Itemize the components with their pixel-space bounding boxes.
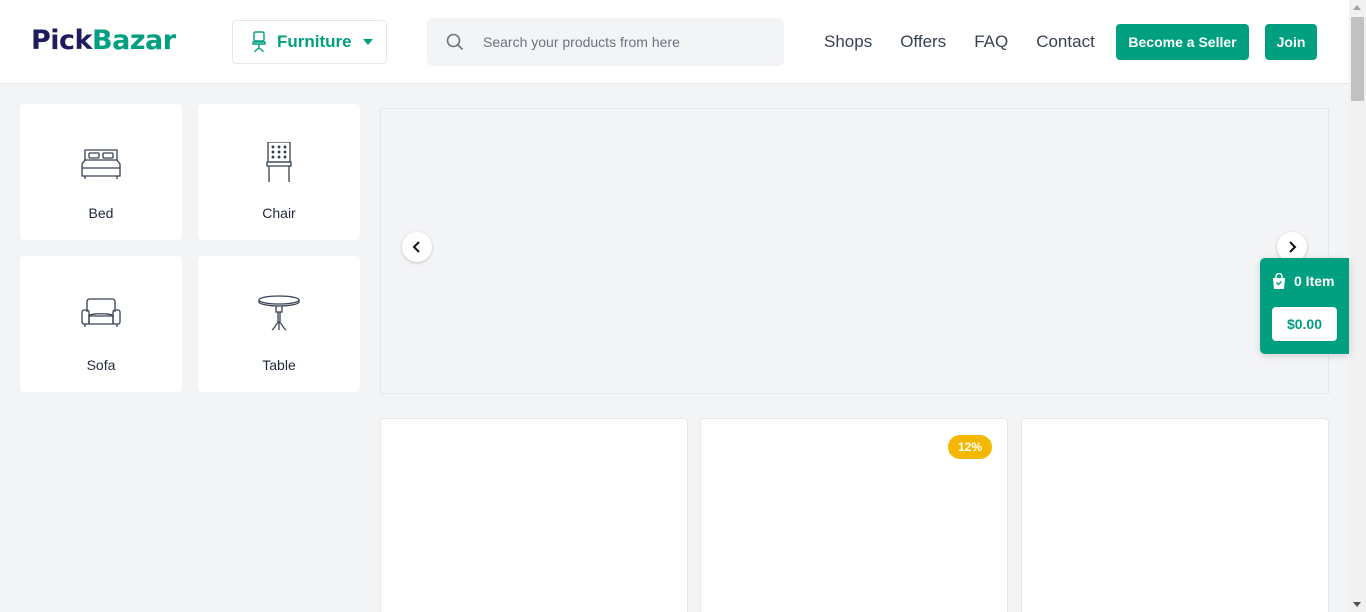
site-header: PickBazar Furniture Shops Offers FAQ Con… <box>0 0 1349 84</box>
discount-badge: 12% <box>948 435 992 459</box>
scroll-up-arrow-icon[interactable] <box>1353 5 1361 10</box>
cart-items-count: 0 Item <box>1294 273 1335 289</box>
main-nav: Shops Offers FAQ Contact <box>824 32 1095 52</box>
join-button[interactable]: Join <box>1265 24 1317 60</box>
chevron-down-icon <box>362 39 373 45</box>
chair-icon <box>251 31 267 53</box>
category-label: Bed <box>88 205 114 221</box>
shop-type-label: Furniture <box>277 32 352 51</box>
category-card-chair[interactable]: Chair <box>198 104 360 240</box>
nav-link-offers[interactable]: Offers <box>900 32 946 52</box>
logo-text-primary: Pick <box>31 25 93 56</box>
hero-banner-slider[interactable] <box>380 108 1329 394</box>
search-bar <box>427 18 784 66</box>
search-icon[interactable] <box>445 32 465 52</box>
product-card[interactable] <box>1021 418 1329 612</box>
chevron-right-icon <box>1289 241 1297 253</box>
category-label: Chair <box>262 205 296 221</box>
cart-widget[interactable]: 0 Item $0.00 <box>1260 258 1349 354</box>
table-icon <box>258 295 300 331</box>
page-scrollbar[interactable] <box>1349 0 1366 612</box>
shopping-bag-icon <box>1272 273 1286 289</box>
shop-type-selector[interactable]: Furniture <box>232 20 387 64</box>
chevron-left-icon <box>412 241 420 253</box>
category-label: Table <box>262 357 296 373</box>
nav-link-faq[interactable]: FAQ <box>974 32 1008 52</box>
category-card-sofa[interactable]: Sofa <box>20 256 182 392</box>
nav-link-contact[interactable]: Contact <box>1036 32 1095 52</box>
category-card-bed[interactable]: Bed <box>20 104 182 240</box>
cart-summary: 0 Item <box>1272 273 1334 289</box>
category-label: Sofa <box>86 357 116 373</box>
product-card[interactable] <box>380 418 688 612</box>
nav-link-shops[interactable]: Shops <box>824 32 872 52</box>
scroll-down-arrow-icon[interactable] <box>1353 602 1361 607</box>
chair-icon <box>266 142 292 182</box>
bed-icon <box>81 149 121 179</box>
search-input[interactable] <box>483 34 773 50</box>
logo[interactable]: PickBazar <box>31 25 176 56</box>
sofa-icon <box>81 298 121 327</box>
scroll-thumb[interactable] <box>1351 17 1364 101</box>
category-card-table[interactable]: Table <box>198 256 360 392</box>
cart-total: $0.00 <box>1272 307 1337 341</box>
slider-prev-button[interactable] <box>402 232 432 262</box>
become-seller-button[interactable]: Become a Seller <box>1116 24 1249 60</box>
logo-text-secondary: Bazar <box>92 25 176 56</box>
